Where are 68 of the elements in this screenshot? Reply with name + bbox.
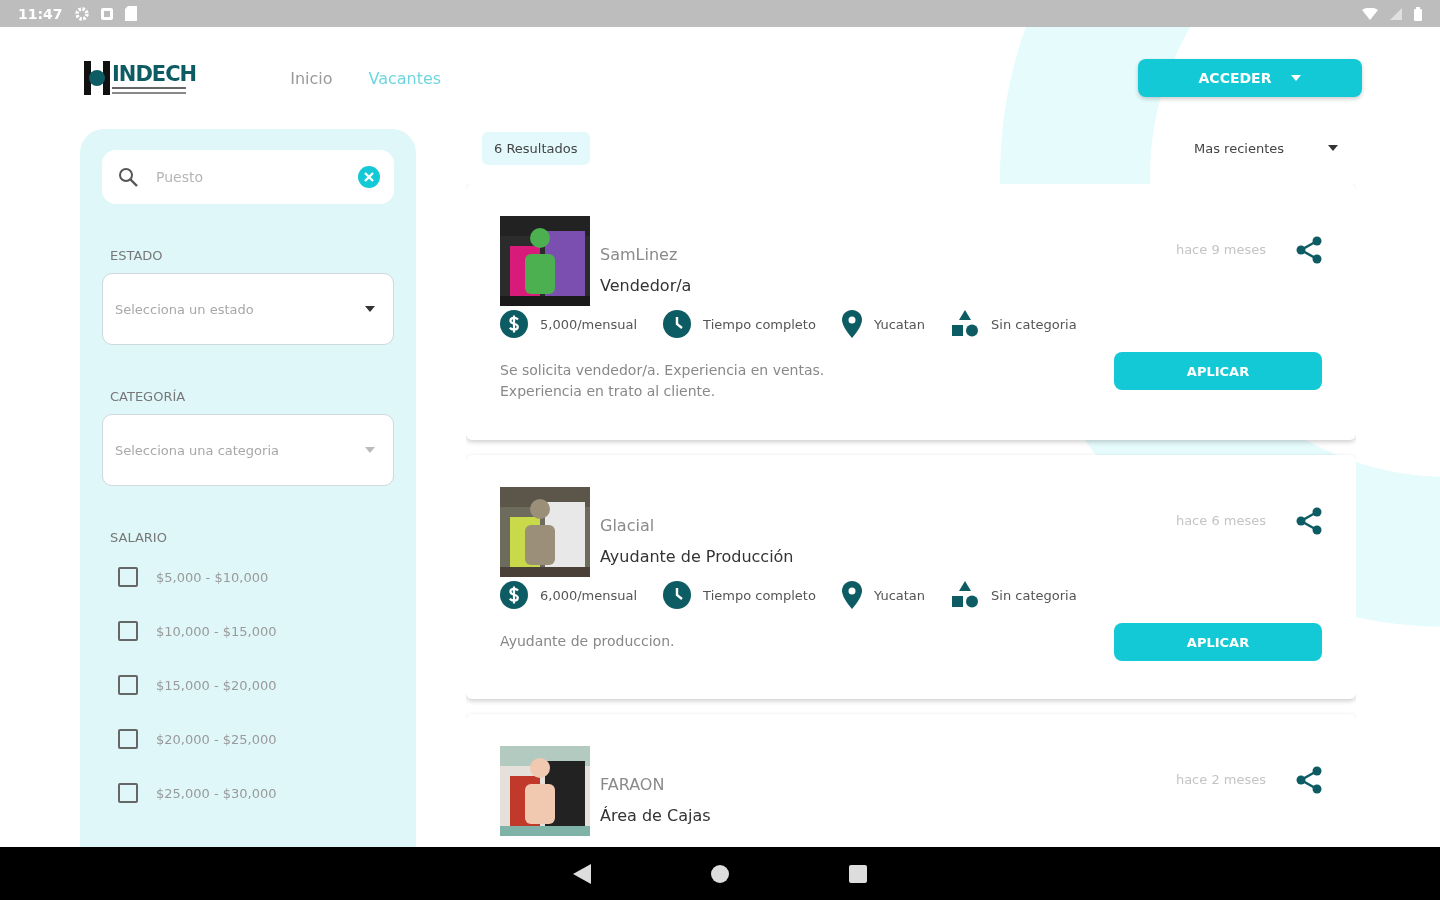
salary-option: $15,000 - $20,000 [156,677,277,693]
search-icon [118,167,138,187]
dollar-icon [500,581,528,609]
salary-option: $25,000 - $30,000 [156,785,277,801]
job-title: Ayudante de Producción [600,547,795,566]
job-title: Área de Cajas [600,806,712,825]
checkbox[interactable] [118,675,138,695]
job-detail: Yucatan [873,587,926,603]
results-count: 6 Resultados [482,131,590,165]
caret-icon [1291,75,1302,81]
status-time: 11:47 [18,5,63,22]
recents-icon[interactable] [849,864,867,883]
search-input[interactable]: Puesto [154,168,342,186]
wifi-icon [1362,7,1378,20]
share-icon[interactable] [1296,766,1322,794]
posted-time: hace 6 meses [1175,513,1266,528]
posted-time: hace 9 meses [1175,242,1266,257]
checkbox[interactable] [118,729,138,749]
job-description: Ayudante de produccion. [500,632,676,651]
company-name: Glacial [600,516,656,535]
checkbox[interactable] [118,783,138,803]
dollar-icon [500,310,528,338]
share-icon[interactable] [1296,236,1322,264]
caret-icon [1328,145,1338,151]
location-pin-icon [841,310,862,338]
state-select[interactable]: Selecciona un estado [102,273,394,345]
company-name: FARAON [600,775,666,794]
salary-option: $5,000 - $10,000 [156,569,269,585]
apply-button[interactable]: APLICAR [1114,352,1322,390]
square-icon [100,7,113,20]
job-detail: 5,000/mensual [540,316,638,332]
location-pin-icon [841,581,862,609]
shapes-icon [951,581,980,609]
salary-option: $10,000 - $15,000 [156,623,277,639]
category-select[interactable]: Selecciona una categoria [102,414,394,486]
checkbox[interactable] [118,567,138,587]
company-name: SamLinez [600,245,679,264]
salary-option: $20,000 - $25,000 [156,731,277,747]
home-icon[interactable] [711,864,729,883]
checkbox[interactable] [118,621,138,641]
job-description: Se solicita vendedor/a. Experiencia en ventas. Experiencia en trato al cliente. [500,361,826,401]
clock-icon [663,581,692,609]
sd-card-icon [124,6,137,21]
apply-button[interactable]: APLICAR [1114,623,1322,661]
job-detail: Tiempo completo [703,587,816,603]
login-button[interactable]: ACCEDER [1138,59,1362,97]
filter-label: CATEGORÍA [110,389,187,404]
shapes-icon [951,310,980,338]
back-icon[interactable] [573,863,591,884]
job-detail: Sin categoria [991,587,1077,603]
caret-icon [365,447,375,453]
filter-label: ESTADO [110,248,164,263]
battery-icon [1414,6,1422,21]
clock-icon [663,310,692,338]
job-detail: Yucatan [873,316,926,332]
job-detail: Tiempo completo [703,316,816,332]
filter-label: SALARIO [110,530,168,545]
job-detail: 6,000/mensual [540,587,638,603]
nav-link[interactable]: Vacantes [368,68,442,88]
logo-text: INDECH [112,61,197,86]
job-title: Vendedor/a [600,276,693,295]
job-detail: Sin categoria [991,316,1077,332]
posted-time: hace 2 meses [1175,772,1266,787]
logo-mark-icon [84,61,110,95]
share-icon[interactable] [1296,507,1322,535]
signal-icon [1390,7,1402,20]
nav-link[interactable]: Inicio [290,68,333,88]
caret-icon [365,306,375,312]
